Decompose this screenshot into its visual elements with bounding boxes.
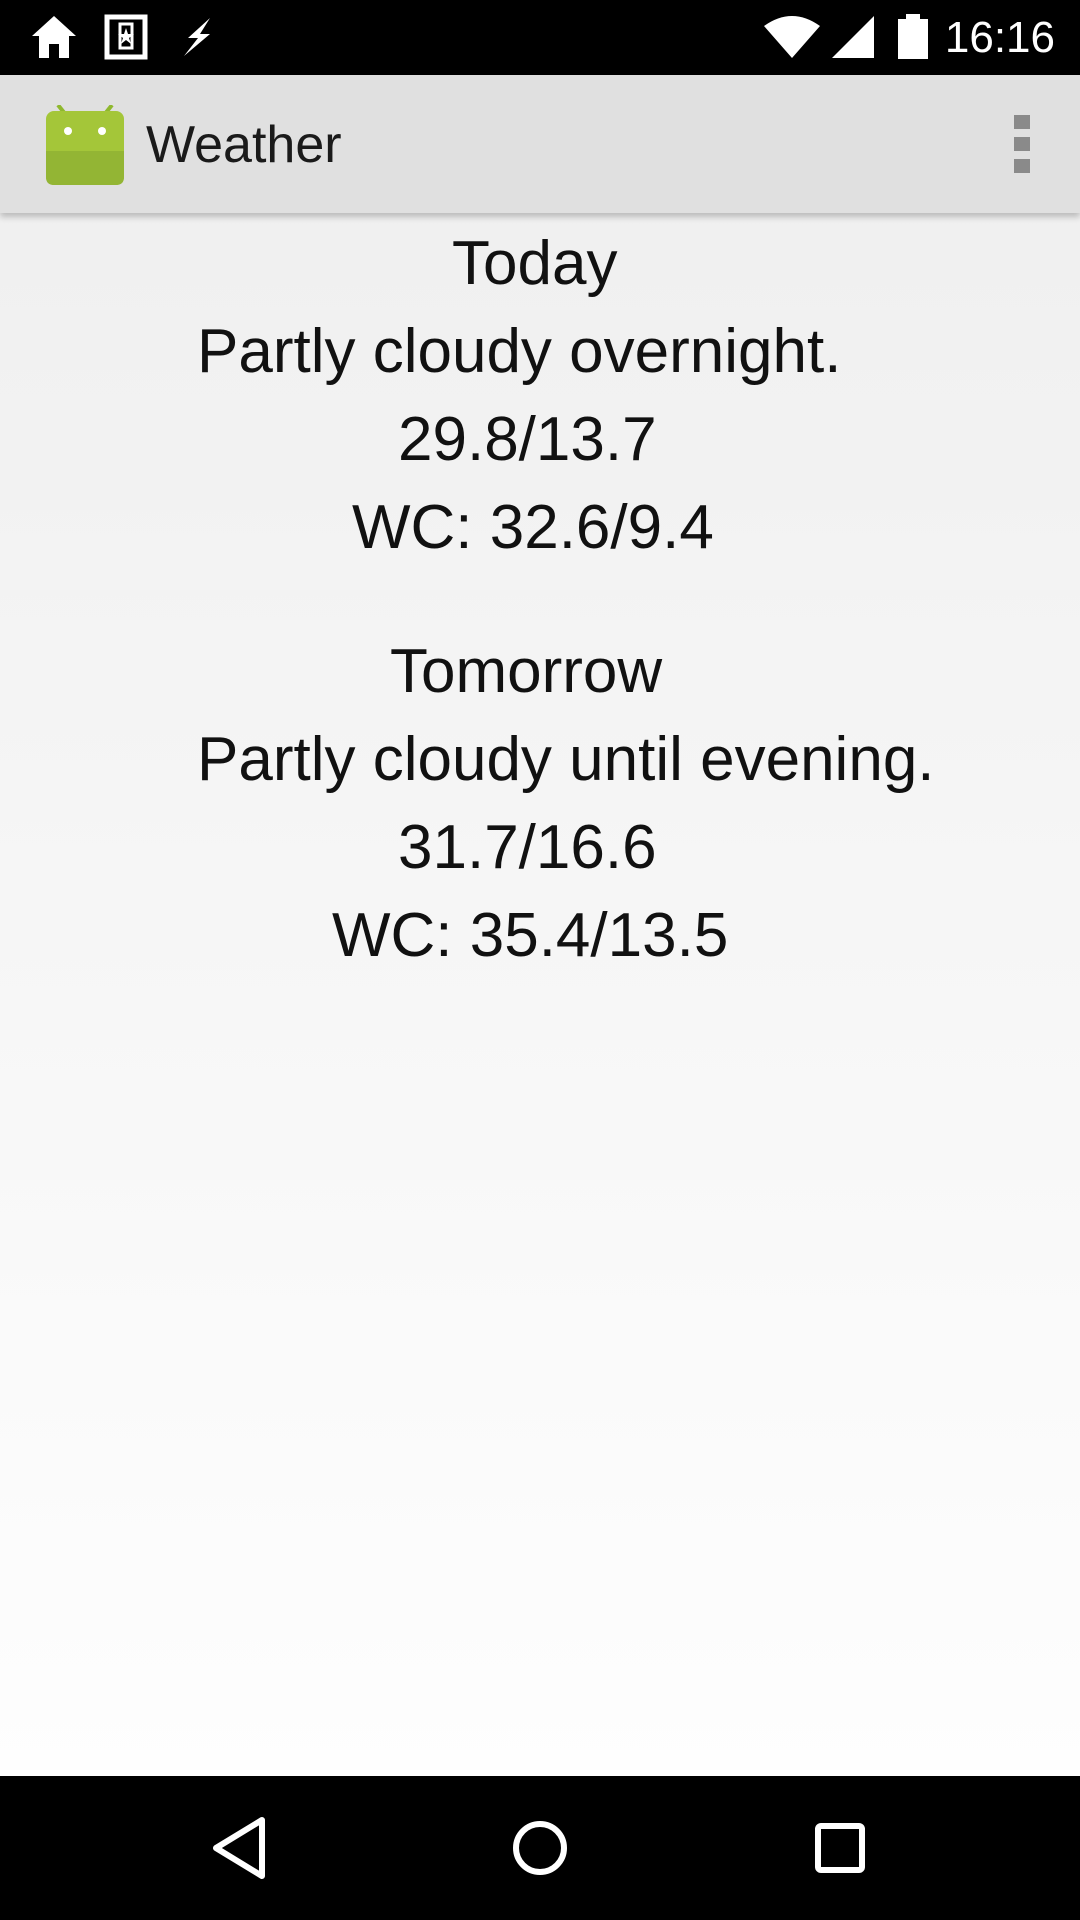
wifi-icon (762, 12, 822, 67)
today-wind-chill: WC: 32.6/9.4 (352, 493, 714, 562)
today-temps: 29.8/13.7 (398, 405, 657, 474)
battery-icon (896, 12, 930, 67)
home-icon (28, 12, 80, 67)
recents-icon[interactable] (800, 1812, 880, 1884)
cell-signal-icon (830, 12, 876, 67)
action-bar: Weather (0, 75, 1080, 213)
tomorrow-summary: Partly cloudy until evening. (197, 725, 935, 794)
flash-icon (174, 12, 222, 67)
tomorrow-wind-chill: WC: 35.4/13.5 (332, 901, 729, 970)
navigation-bar (0, 1776, 1080, 1920)
bookmark-app-icon (104, 12, 148, 67)
home-button-icon[interactable] (500, 1812, 580, 1884)
status-bar: 16:16 (0, 0, 1080, 75)
app-title: Weather (146, 116, 342, 174)
status-time: 16:16 (944, 13, 1055, 62)
today-summary: Partly cloudy overnight. (197, 317, 842, 386)
overflow-menu-icon[interactable] (1002, 113, 1042, 177)
tomorrow-temps: 31.7/16.6 (398, 813, 657, 882)
android-logo-icon (44, 103, 126, 192)
back-icon[interactable] (200, 1812, 280, 1884)
weather-screen: 16:16 Weather Today Partly cloudy overni… (0, 0, 1080, 1920)
tomorrow-heading: Tomorrow (390, 637, 663, 706)
today-heading: Today (452, 229, 618, 298)
